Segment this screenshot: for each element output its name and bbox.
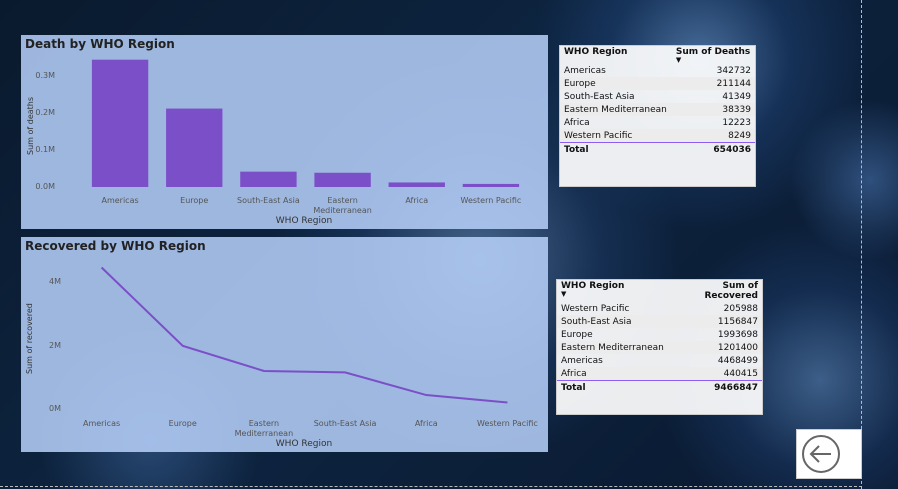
canvas-border-bottom [0,486,862,487]
table-row[interactable]: Eastern Mediterranean 38339 [560,103,755,116]
recovered-table: WHO Region ▼ Sum of Recovered Western Pac… [557,280,762,395]
region-cell: Europe [561,329,593,340]
region-cell: Europe [560,77,672,90]
deaths-table-card[interactable]: WHO Region Sum of Deaths ▼ Americas 342732… [559,45,756,187]
value-cell: 211144 [671,77,755,90]
death-chart-plot [91,59,520,188]
table-row[interactable]: South-East Asia 1156847 [557,315,762,328]
total-value: 9466847 [667,380,762,395]
value-cell: 440415 [667,367,762,381]
region-cell: Western Pacific [560,129,672,143]
recovered-col-region[interactable]: WHO Region ▼ [557,280,668,302]
deaths-table-header: WHO Region Sum of Deaths ▼ [560,46,755,64]
value-cell: 1993698 [717,329,758,340]
table-row[interactable]: Africa 12223 [560,116,755,129]
sort-desc-icon: ▼ [675,56,682,64]
death-bar[interactable] [388,182,445,187]
table-row[interactable]: Europe 211144 [560,77,755,90]
sort-desc-icon: ▼ [561,290,567,298]
table-row[interactable]: Americas 342732 [560,64,755,77]
region-cell: South-East Asia [557,315,668,328]
death-bar[interactable] [462,183,520,187]
value-cell: 1156847 [667,315,762,328]
region-cell: Americas [561,355,603,366]
total-label: Total [557,380,668,395]
canvas-border-right [861,0,862,489]
value-cell: 38339 [671,103,755,116]
table-row[interactable]: Western Pacific 8249 [560,129,755,143]
deaths-col-region[interactable]: WHO Region [560,46,672,64]
table-row[interactable]: South-East Asia 41349 [560,90,755,103]
value-cell: 4468499 [717,355,758,366]
deaths-table: WHO Region Sum of Deaths ▼ Americas 342732… [560,46,755,157]
value-cell: 342732 [716,65,751,76]
total-label: Total [560,142,672,157]
region-cell: Africa [564,117,590,128]
value-cell: 12223 [722,117,751,128]
death-bar[interactable] [91,59,149,188]
death-chart-panel[interactable]: Death by WHO Region Sum of deaths WHO Re… [21,35,548,229]
death-bar[interactable] [166,108,223,187]
recovered-chart-plot [100,266,508,404]
back-button[interactable] [796,429,862,479]
total-row: Total 654036 [560,142,755,157]
table-row[interactable]: Africa 440415 [557,367,762,381]
back-arrow-icon [802,435,840,473]
death-bar[interactable] [240,171,297,187]
recovered-col-sum[interactable]: Sum of Recovered [668,280,762,302]
death-bar[interactable] [314,172,371,187]
recovered-table-card[interactable]: WHO Region ▼ Sum of Recovered Western Pac… [556,279,763,415]
deaths-col-sum[interactable]: Sum of Deaths ▼ [672,46,755,64]
recovered-chart-panel[interactable]: Recovered by WHO Region Sum of recovered… [21,237,548,452]
total-value: 654036 [671,142,755,157]
total-row: Total 9466847 [557,380,762,395]
region-cell: Eastern Mediterranean [560,103,672,116]
value-cell: 1201400 [667,341,762,354]
region-cell: Eastern Mediterranean [557,341,668,354]
value-cell: 41349 [722,91,751,102]
table-row[interactable]: Eastern Mediterranean 1201400 [557,341,762,354]
value-cell: 205988 [723,303,758,314]
region-cell: Africa [557,367,668,381]
region-cell: Western Pacific [561,303,630,314]
region-cell: Americas [564,65,606,76]
table-row[interactable]: Americas 4468499 [557,354,762,367]
value-cell: 8249 [671,129,755,143]
recovered-table-header: WHO Region ▼ Sum of Recovered [557,280,762,302]
recovered-series-line[interactable] [100,266,508,404]
table-row[interactable]: Europe 1993698 [557,328,762,341]
region-cell: South-East Asia [564,91,635,102]
table-row[interactable]: Western Pacific 205988 [557,302,762,315]
